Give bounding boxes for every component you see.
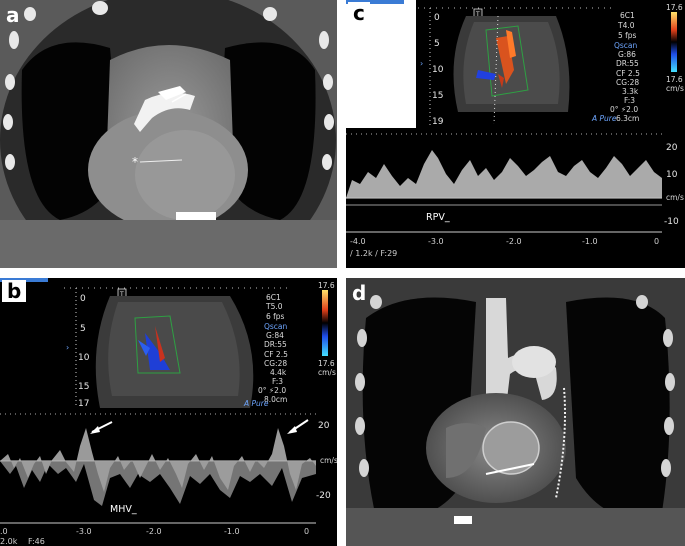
- svg-text:›: ›: [66, 343, 69, 352]
- param: T4.0: [617, 21, 635, 30]
- ultrasound-b-image: T 0 5 10 15 17 › 6C1 T5.0 6 fps Qscan G:…: [0, 278, 337, 546]
- panel-b-label: b: [2, 280, 27, 302]
- time-tick: 0: [654, 237, 659, 246]
- colorbar-unit: cm/s: [318, 368, 336, 377]
- time-tick: 0: [304, 527, 309, 536]
- velocity-tick: -10: [664, 217, 679, 227]
- time-tick: -3.0: [428, 237, 444, 246]
- colorbar-bottom: 17.6: [666, 75, 683, 84]
- param: G:86: [618, 50, 636, 59]
- velocity-tick: 20: [318, 421, 330, 431]
- param: 0° ⚡2.0: [610, 105, 638, 114]
- brand-mark: A Pure: [243, 399, 269, 408]
- colorbar-unit: cm/s: [666, 84, 684, 93]
- colorbar-top: 17.6: [318, 281, 335, 290]
- trace-footer: F:46: [28, 537, 45, 546]
- brand-mark: A Pure: [591, 114, 617, 123]
- trace-footer: 2.0k: [0, 537, 18, 546]
- panel-d-ct-coronal: d: [346, 278, 685, 546]
- depth-tick: 15: [432, 91, 443, 101]
- param: 0° ⚡2.0: [258, 386, 286, 395]
- depth-tick: 10: [78, 353, 90, 363]
- param: 4.4k: [270, 368, 287, 377]
- panel-c-ultrasound-rpv: c T 0 5 10 15 19 › 6C1 T4.0 5 fps Qscan …: [346, 0, 685, 268]
- panel-a-label: a: [6, 3, 20, 27]
- depth-tick: 15: [78, 382, 89, 392]
- time-tick: -4.0: [350, 237, 366, 246]
- ct-coronal-image: [346, 278, 685, 546]
- param: 6 fps: [266, 312, 285, 321]
- colorbar-top: 17.6: [666, 3, 683, 12]
- param: DR:55: [616, 59, 639, 68]
- param: Qscan: [264, 322, 288, 331]
- param: DR:55: [264, 340, 287, 349]
- param: 3.3k: [622, 87, 639, 96]
- velocity-tick: 20: [666, 143, 678, 153]
- svg-text:*: *: [132, 155, 138, 169]
- time-tick: -2.0: [506, 237, 522, 246]
- param: CG:28: [616, 78, 639, 87]
- depth-tick: 17: [78, 399, 89, 409]
- probe-label: 6C1: [620, 11, 635, 20]
- depth-tick: 5: [80, 324, 86, 334]
- depth-tick: 0: [80, 294, 86, 304]
- time-tick: -1.0: [224, 527, 240, 536]
- velocity-unit: cm/s: [666, 193, 684, 202]
- time-tick: -2.0: [146, 527, 162, 536]
- param: F:3: [624, 96, 635, 105]
- trace-footer: / 1.2k / F:29: [350, 249, 397, 258]
- panel-c-label: c: [348, 2, 370, 24]
- param: 6.3cm: [616, 114, 639, 123]
- vessel-label: RPV_: [426, 212, 450, 223]
- param: F:3: [272, 377, 283, 386]
- svg-text:›: ›: [420, 59, 423, 68]
- ct-axial-image: *: [0, 0, 337, 268]
- depth-tick: 10: [432, 65, 444, 75]
- panel-a-ct-axial: a *: [0, 0, 337, 268]
- velocity-tick: 10: [666, 170, 678, 180]
- vessel-label: MHV_: [110, 504, 137, 515]
- colorbar-bottom: 17.6: [318, 359, 335, 368]
- param: T5.0: [265, 302, 283, 311]
- param: CF 2.5: [264, 350, 288, 359]
- panel-d-label: d: [352, 281, 367, 305]
- velocity-tick: -20: [316, 491, 331, 501]
- param: Qscan: [614, 41, 638, 50]
- depth-tick: 5: [434, 39, 440, 49]
- velocity-unit: cm/s: [320, 456, 337, 465]
- param: G:84: [266, 331, 284, 340]
- depth-tick: 0: [434, 13, 440, 23]
- probe-label: 6C1: [266, 293, 281, 302]
- param: CF 2.5: [616, 69, 640, 78]
- time-tick: .0: [0, 527, 8, 536]
- param: 5 fps: [618, 31, 637, 40]
- ultrasound-c-image: T 0 5 10 15 19 › 6C1 T4.0 5 fps Qscan G:…: [346, 0, 685, 268]
- depth-tick: 19: [432, 117, 444, 127]
- panel-b-ultrasound-mhv: b T 0 5 10 15 17 › 6C1 T5.0 6 fps Qscan …: [0, 278, 337, 546]
- time-tick: -3.0: [76, 527, 92, 536]
- param: CG:28: [264, 359, 287, 368]
- time-tick: -1.0: [582, 237, 598, 246]
